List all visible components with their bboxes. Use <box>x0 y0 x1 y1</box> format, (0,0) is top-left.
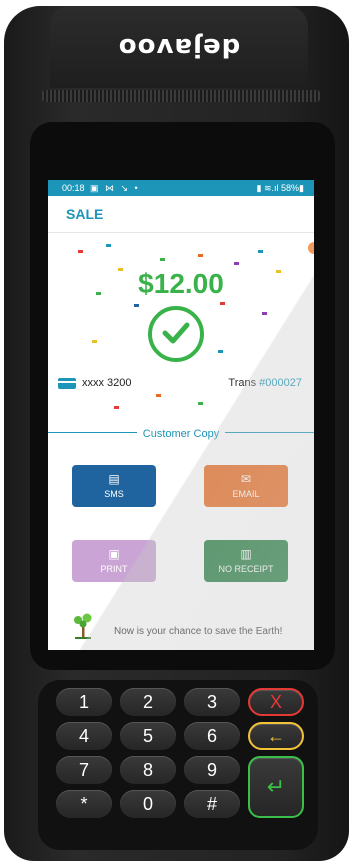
key-1[interactable]: 1 <box>56 688 112 716</box>
notification-icons: ▣ ⋈ ↘ • <box>90 183 140 193</box>
confetti-piece <box>262 312 267 315</box>
confetti-piece <box>198 402 203 405</box>
transaction-id: Trans #000027 <box>228 377 302 389</box>
trans-label: Trans <box>228 377 257 389</box>
key-3[interactable]: 3 <box>184 688 240 716</box>
confetti-piece <box>156 394 161 397</box>
sale-amount: $12.00 <box>138 268 224 299</box>
key-6[interactable]: 6 <box>184 722 240 750</box>
card-transaction-row: xxxx 3200 Trans #000027 <box>48 376 314 392</box>
printer-icon: ▣ <box>108 547 120 561</box>
no-receipt-button-label: NO RECEIPT <box>218 564 274 574</box>
confetti-piece <box>134 304 139 307</box>
key-8[interactable]: 8 <box>120 756 176 784</box>
chat-icon: ▤ <box>108 472 120 486</box>
page-header: SALE <box>48 196 314 233</box>
key-hash[interactable]: # <box>184 790 240 818</box>
print-button-label: PRINT <box>100 564 128 574</box>
battery-signal-indicator: ▮ ≋.ıl 58%▮ <box>256 183 304 193</box>
enter-key[interactable]: ↵ <box>248 756 304 818</box>
key-2[interactable]: 2 <box>120 688 176 716</box>
terminal-head: dejavoo <box>50 6 308 88</box>
key-star[interactable]: * <box>56 790 112 818</box>
status-bar: 00:18 ▣ ⋈ ↘ • ▮ ≋.ıl 58%▮ <box>48 180 314 196</box>
confetti-piece <box>198 254 203 257</box>
printer-slot <box>42 90 320 102</box>
cancel-key[interactable]: X <box>248 688 304 716</box>
confetti-piece <box>258 250 263 253</box>
key-7[interactable]: 7 <box>56 756 112 784</box>
no-receipt-button[interactable]: ▥ NO RECEIPT <box>204 540 288 582</box>
confetti-piece <box>106 244 111 247</box>
email-button-label: EMAIL <box>232 489 260 499</box>
confetti-piece <box>78 250 83 253</box>
key-0[interactable]: 0 <box>120 790 176 818</box>
key-4[interactable]: 4 <box>56 722 112 750</box>
side-video-icon[interactable] <box>308 242 314 254</box>
credit-card-icon <box>58 378 76 389</box>
sms-button-label: SMS <box>104 489 124 499</box>
success-check-icon <box>148 306 204 362</box>
confetti-piece <box>114 406 119 409</box>
confetti-piece <box>220 302 225 305</box>
card-number: xxxx 3200 <box>82 377 132 389</box>
eco-message: Now is your chance to save the Earth! <box>114 626 283 637</box>
confetti-piece <box>234 262 239 265</box>
email-button[interactable]: ✉ EMAIL <box>204 465 288 507</box>
confetti-piece <box>92 340 97 343</box>
receipt-icon: ▥ <box>240 547 252 561</box>
backspace-key[interactable]: ← <box>248 722 304 750</box>
key-9[interactable]: 9 <box>184 756 240 784</box>
confetti-piece <box>160 258 165 261</box>
print-button[interactable]: ▣ PRINT <box>72 540 156 582</box>
tree-icon <box>74 613 92 639</box>
customer-copy-label: Customer Copy <box>48 424 314 442</box>
key-5[interactable]: 5 <box>120 722 176 750</box>
status-time: 00:18 <box>62 183 85 193</box>
trans-number: #000027 <box>259 377 302 389</box>
page-title: SALE <box>66 206 104 222</box>
brand-logo: dejavoo <box>117 32 241 62</box>
confetti-piece <box>218 350 223 353</box>
sms-button[interactable]: ▤ SMS <box>72 465 156 507</box>
envelope-icon: ✉ <box>240 472 252 486</box>
keypad: 1 2 3 X 4 5 6 ← 7 8 9 ↵ * 0 # <box>38 680 318 850</box>
screen: 00:18 ▣ ⋈ ↘ • ▮ ≋.ıl 58%▮ SALE $12.00 xx… <box>48 180 314 650</box>
